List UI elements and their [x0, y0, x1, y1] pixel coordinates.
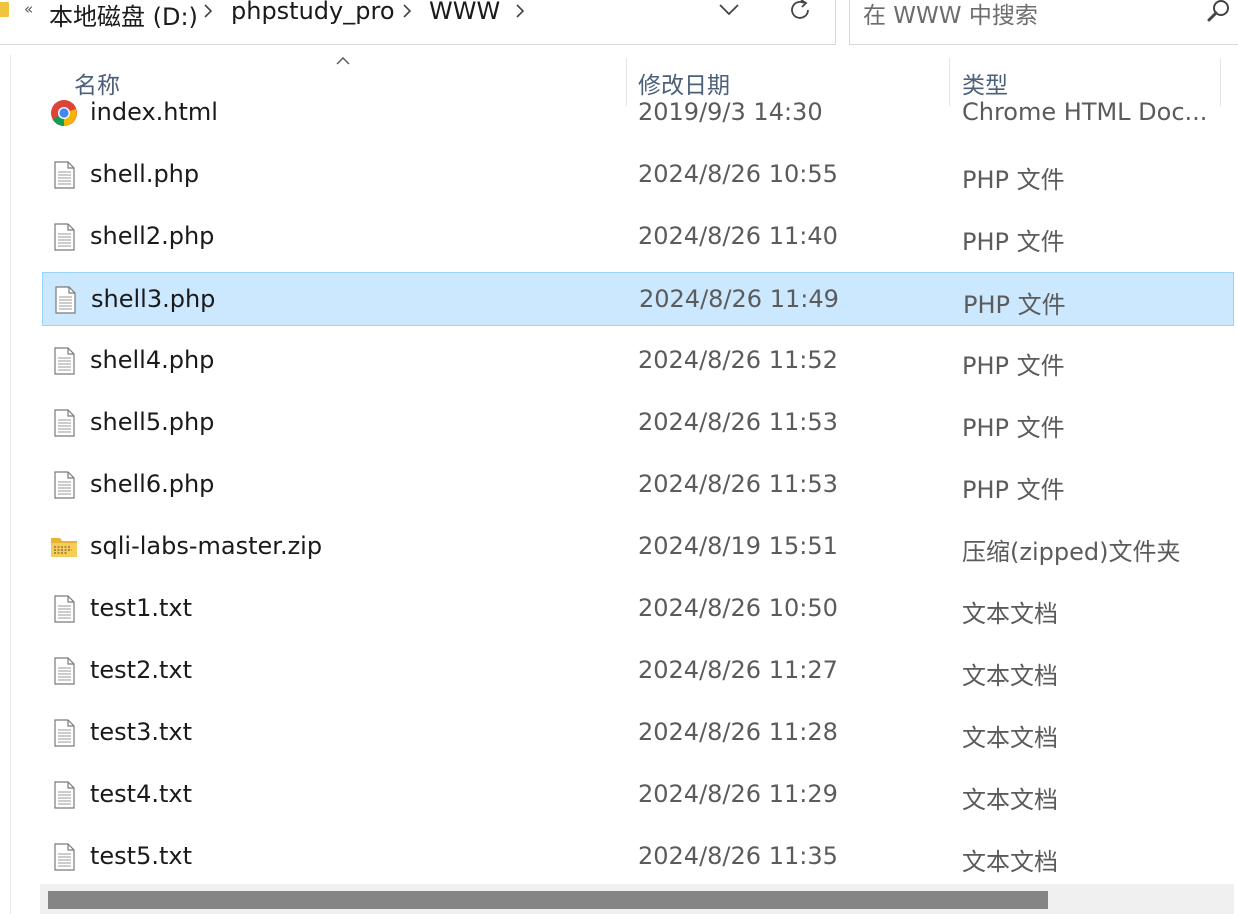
search-placeholder: 在 WWW 中搜索	[863, 3, 1038, 29]
chevron-right-icon[interactable]	[511, 2, 529, 20]
file-name: sqli-labs-master.zip	[90, 532, 323, 560]
file-modified-date: 2024/8/26 11:52	[638, 346, 838, 374]
file-modified-date: 2024/8/26 10:55	[638, 160, 838, 188]
file-modified-date: 2024/8/19 15:51	[638, 532, 838, 560]
file-row[interactable]: sqli-labs-master.zip 2024/8/19 15:51 压缩(zi…	[42, 520, 1234, 574]
sort-ascending-icon	[336, 57, 350, 65]
file-list: index.html 2019/9/3 14:30 Chrome HTML Doc.…	[0, 100, 1238, 884]
document-icon	[50, 843, 78, 871]
file-type: PHP 文件	[962, 352, 1065, 380]
document-icon	[50, 719, 78, 747]
chevron-down-icon[interactable]	[717, 1, 741, 17]
document-icon	[50, 409, 78, 437]
file-row[interactable]: test4.txt 2024/8/26 11:29 文本文档	[42, 768, 1234, 822]
file-modified-date: 2024/8/26 11:35	[638, 842, 838, 870]
file-name: shell2.php	[90, 222, 215, 250]
file-name: shell5.php	[90, 408, 215, 436]
chrome-icon	[50, 100, 78, 127]
horizontal-scrollbar-thumb[interactable]	[48, 891, 1048, 909]
file-name: test4.txt	[90, 780, 193, 808]
file-name: test3.txt	[90, 718, 193, 746]
file-type: 文本文档	[962, 786, 1058, 814]
document-icon	[50, 223, 78, 251]
file-modified-date: 2024/8/26 11:53	[638, 408, 838, 436]
breadcrumb-phpstudy[interactable]: phpstudy_pro	[231, 0, 395, 25]
column-header-name-label: 名称	[74, 73, 120, 99]
file-modified-date: 2024/8/26 11:29	[638, 780, 838, 808]
file-modified-date: 2024/8/26 11:53	[638, 470, 838, 498]
file-row[interactable]: test1.txt 2024/8/26 10:50 文本文档	[42, 582, 1234, 636]
folder-icon	[0, 2, 9, 17]
document-icon	[50, 781, 78, 809]
breadcrumb-www[interactable]: WWW	[429, 0, 500, 25]
file-modified-date: 2024/8/26 11:28	[638, 718, 838, 746]
file-row[interactable]: shell5.php 2024/8/26 11:53 PHP 文件	[42, 396, 1234, 450]
file-row[interactable]: test2.txt 2024/8/26 11:27 文本文档	[42, 644, 1234, 698]
column-header-type-label: 类型	[962, 73, 1008, 99]
address-bar[interactable]: « 本地磁盘 (D:) phpstudy_pro WWW	[0, 0, 836, 45]
file-modified-date: 2024/8/26 10:50	[638, 594, 838, 622]
file-row[interactable]: shell3.php 2024/8/26 11:49 PHP 文件	[42, 272, 1234, 326]
file-type: 文本文档	[962, 662, 1058, 690]
file-row[interactable]: shell4.php 2024/8/26 11:52 PHP 文件	[42, 334, 1234, 388]
file-type: PHP 文件	[962, 228, 1065, 256]
column-divider[interactable]	[1220, 58, 1221, 106]
file-type: 压缩(zipped)文件夹	[962, 538, 1181, 566]
file-name: test2.txt	[90, 656, 193, 684]
document-icon	[51, 286, 79, 314]
file-row[interactable]: shell.php 2024/8/26 10:55 PHP 文件	[42, 148, 1234, 202]
breadcrumb-overflow-button[interactable]: «	[24, 0, 33, 18]
document-icon	[50, 347, 78, 375]
file-row[interactable]: test5.txt 2024/8/26 11:35 文本文档	[42, 830, 1234, 884]
file-type: 文本文档	[962, 724, 1058, 752]
file-modified-date: 2024/8/26 11:27	[638, 656, 838, 684]
document-icon	[50, 161, 78, 189]
file-row[interactable]: test3.txt 2024/8/26 11:28 文本文档	[42, 706, 1234, 760]
file-modified-date: 2019/9/3 14:30	[638, 100, 823, 126]
file-type: PHP 文件	[962, 476, 1065, 504]
file-type: Chrome HTML Doc...	[962, 100, 1208, 126]
file-row[interactable]: shell6.php 2024/8/26 11:53 PHP 文件	[42, 458, 1234, 512]
document-icon	[50, 471, 78, 499]
search-icon[interactable]	[1206, 0, 1232, 24]
file-type: 文本文档	[962, 600, 1058, 628]
zip-folder-icon	[50, 533, 78, 561]
file-name: test1.txt	[90, 594, 193, 622]
chevron-right-icon[interactable]	[398, 2, 416, 20]
chevron-right-icon[interactable]	[199, 2, 217, 20]
file-modified-date: 2024/8/26 11:49	[639, 285, 839, 313]
file-name: shell6.php	[90, 470, 215, 498]
file-modified-date: 2024/8/26 11:40	[638, 222, 838, 250]
file-type: PHP 文件	[962, 414, 1065, 442]
file-type: 文本文档	[962, 848, 1058, 876]
file-name: test5.txt	[90, 842, 193, 870]
file-type: PHP 文件	[962, 166, 1065, 194]
file-row[interactable]: shell2.php 2024/8/26 11:40 PHP 文件	[42, 210, 1234, 264]
search-input[interactable]: 在 WWW 中搜索	[849, 0, 1238, 45]
file-row[interactable]: index.html 2019/9/3 14:30 Chrome HTML Doc.…	[42, 100, 1234, 140]
file-name: shell3.php	[91, 285, 216, 313]
file-name: index.html	[90, 100, 218, 126]
address-toolbar: « 本地磁盘 (D:) phpstudy_pro WWW 在 WWW 中搜索	[0, 0, 1238, 46]
file-name: shell.php	[90, 160, 200, 188]
document-icon	[50, 595, 78, 623]
refresh-icon[interactable]	[787, 0, 813, 22]
breadcrumb-drive[interactable]: 本地磁盘 (D:)	[49, 0, 198, 32]
document-icon	[50, 657, 78, 685]
file-type: PHP 文件	[963, 291, 1066, 319]
file-name: shell4.php	[90, 346, 215, 374]
column-header-modified-label: 修改日期	[638, 73, 730, 99]
